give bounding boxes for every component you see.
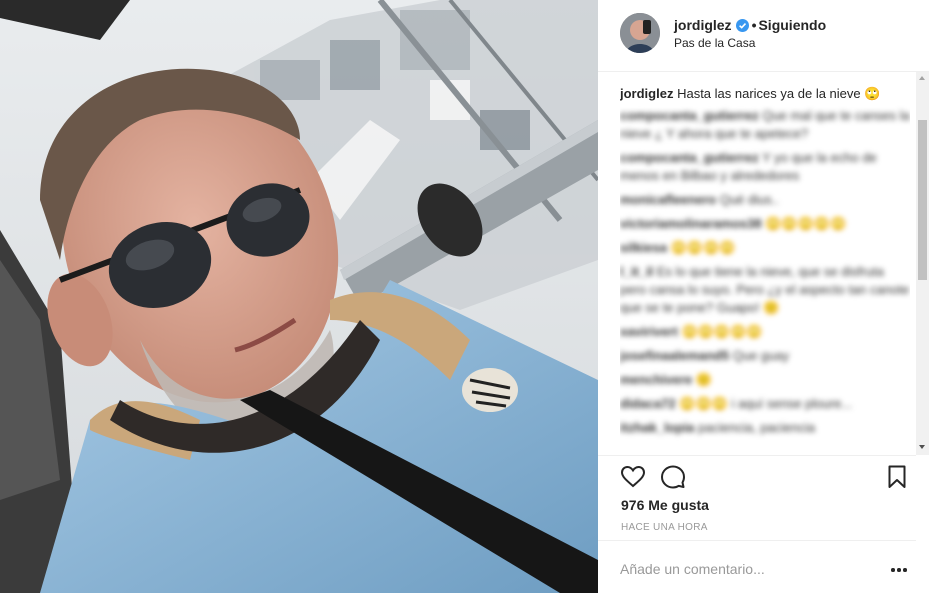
comment-username[interactable]: didaca72 [620,396,676,411]
avatar[interactable] [620,13,660,53]
location-link[interactable]: Pas de la Casa [674,36,755,50]
scroll-up-arrow-icon[interactable] [919,76,925,80]
bookmark-icon[interactable] [884,464,910,490]
comment-text: paciencia, paciencia [698,420,816,435]
comment-item: compocanta_gutierrez Que mal que te cans… [620,107,910,143]
comment-item: xavirivert 🙄🙄🙄🙄🙄 [620,323,910,341]
more-options-icon[interactable] [891,568,907,572]
comment-text: 🙄🙄🙄🙄 [670,240,736,255]
caption-username[interactable]: jordiglez [620,86,673,101]
comment-item: menchivere 🙂 [620,371,910,389]
scrollbar-thumb[interactable] [918,120,927,280]
post-timestamp[interactable]: HACE UNA HORA [621,522,708,533]
comment-text: 🙄🙄🙄 i aquí sense ploure... [679,396,853,411]
comment-username[interactable]: l_it_il [620,264,653,279]
comment-item: l_it_il Es lo que tiene la nieve, que se… [620,263,910,317]
comment-text: Qué dius.. [719,192,779,207]
comment-username[interactable]: compocanta_gutierrez [620,108,759,123]
comment-text: Que guay [732,348,790,363]
comment-item: silkiesa 🙄🙄🙄🙄 [620,239,910,257]
comment-container: compocanta_gutierrez Que mal que te cans… [620,107,910,437]
caption: jordiglez Hasta las narices ya de la nie… [620,85,910,103]
comment-username[interactable]: josefinaalemand5 [620,348,729,363]
comment-username[interactable]: monicafleenero [620,192,716,207]
caption-text: Hasta las narices ya de la nieve 🙄 [677,86,881,101]
comment-username[interactable]: compocanta_gutierrez [620,150,759,165]
comment-item: didaca72 🙄🙄🙄 i aquí sense ploure... [620,395,910,413]
heart-icon[interactable] [620,464,646,490]
following-button[interactable]: Siguiendo [758,17,826,33]
comment-username[interactable]: itzhak_lopia [620,420,694,435]
comment-item: victoriamolinaramos38 🙄🙄🙄🙄🙄 [620,215,910,233]
verified-badge-icon [735,18,749,32]
comment-item: itzhak_lopia paciencia, paciencia [620,419,910,437]
photo-selfie-image [0,0,598,593]
comment-item: josefinaalemand5 Que guay [620,347,910,365]
comment-text: 🙄🙄🙄🙄🙄 [765,216,847,231]
post-header: jordiglez • Siguiendo Pas de la Casa [598,0,929,72]
separator-dot: • [751,17,757,33]
comment-username[interactable]: xavirivert [620,324,678,339]
likes-count[interactable]: 976 Me gusta [621,497,709,513]
scroll-down-arrow-icon[interactable] [919,445,925,449]
comment-username[interactable]: menchivere [620,372,692,387]
add-comment-bar [598,540,916,593]
comment-text: 🙂 [695,372,713,387]
comment-input[interactable] [620,559,870,579]
comment-username[interactable]: silkiesa [620,240,667,255]
comment-bubble-icon[interactable] [660,464,686,490]
username-link[interactable]: jordiglez [674,17,732,33]
post-photo[interactable] [0,0,598,593]
comment-item: monicafleenero Qué dius.. [620,191,910,209]
comments-list[interactable]: jordiglez Hasta las narices ya de la nie… [620,85,910,453]
comment-item: compocanta_gutierrez Y yo que la echo de… [620,149,910,185]
comments-scrollbar[interactable] [916,72,929,455]
comment-text: 🙄🙄🙄🙄🙄 [681,324,763,339]
comment-text: Es lo que tiene la nieve, que se disfrut… [620,264,910,315]
comment-username[interactable]: victoriamolinaramos38 [620,216,762,231]
header-user-row: jordiglez • Siguiendo [674,16,826,34]
